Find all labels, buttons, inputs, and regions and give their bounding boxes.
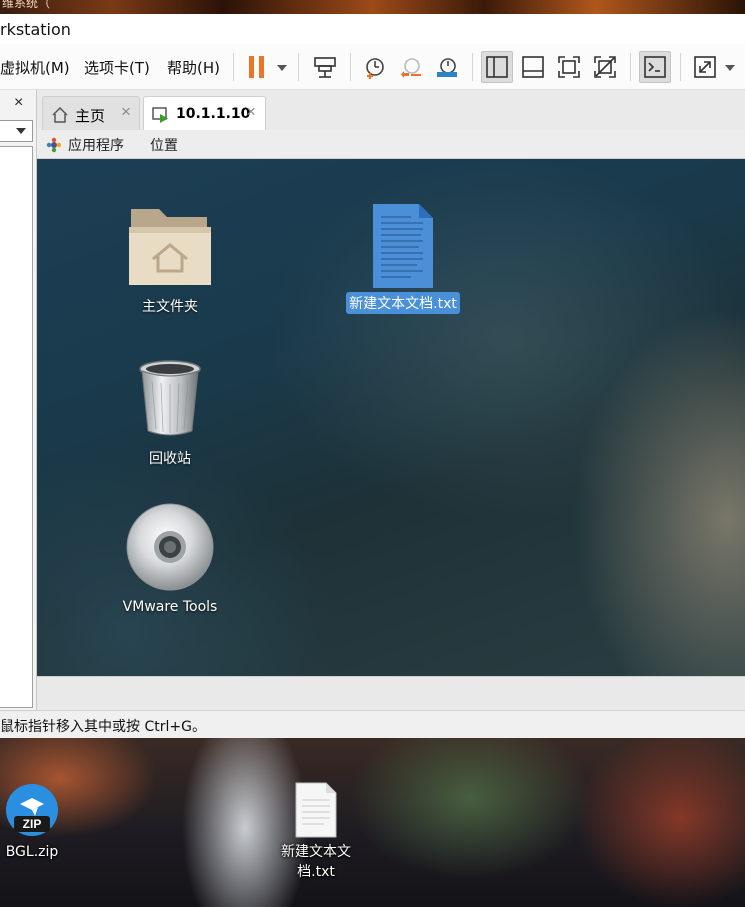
applications-icon: [46, 137, 62, 153]
text-file-icon: [373, 204, 433, 288]
revert-snapshot-icon: [401, 58, 421, 78]
host-top-text: 维系统（: [2, 0, 51, 10]
toolbar-separator: [472, 53, 473, 81]
revert-snapshot-button[interactable]: [395, 51, 427, 83]
desktop-icon-text-file[interactable]: 新建文本文档.txt: [343, 203, 463, 314]
window-titlebar[interactable]: rkstation: [0, 14, 745, 44]
tab-vm-label: 10.1.1.10: [176, 106, 251, 122]
snapshot-icon: [366, 58, 384, 79]
pause-icon: [249, 56, 264, 78]
menu-help[interactable]: 帮助(H): [167, 57, 220, 78]
desktop-icon-home-folder-label: 主文件夹: [142, 299, 198, 315]
guest-desktop[interactable]: 主文件夹 新建文本文档.txt 回收站 VMware Tools: [37, 159, 745, 676]
guest-menu-applications[interactable]: 应用程序: [68, 135, 124, 155]
snapshot-manager-button[interactable]: [431, 51, 463, 83]
toolbar-separator: [298, 53, 299, 81]
toolbar-separator: [680, 53, 681, 81]
guest-top-panel: 应用程序 位置: [37, 130, 745, 159]
desktop-icon-vmware-tools-label: VMware Tools: [122, 599, 218, 615]
console-view-button[interactable]: [639, 51, 671, 83]
host-icon-bgl-zip[interactable]: ZIP BGL.zip: [0, 782, 64, 862]
toolbar-separator: [233, 53, 234, 81]
toolbar-separator: [350, 53, 351, 81]
thumbnail-bar-icon: [522, 56, 544, 78]
menu-toolbar: 虚拟机(M) 选项卡(T) 帮助(H): [0, 44, 745, 90]
stretch-dropdown-caret[interactable]: [725, 65, 735, 71]
show-library-icon: [486, 56, 508, 78]
desktop-icon-text-file-label: 新建文本文档.txt: [346, 292, 460, 314]
stretch-button[interactable]: [689, 51, 721, 83]
toolbar-separator: [630, 53, 631, 81]
library-panel: ×: [0, 90, 37, 710]
tab-strip: 主页 × 10.1.1.10 ×: [37, 90, 745, 130]
host-icon-text-file[interactable]: 新建文本文 档.txt: [266, 782, 366, 882]
host-icon-bgl-zip-label: BGL.zip: [5, 844, 59, 860]
thumbnail-bar-button[interactable]: [517, 51, 549, 83]
window-title: rkstation: [0, 20, 71, 39]
send-ctrl-alt-del-button[interactable]: [309, 51, 341, 83]
console-view-icon: [644, 56, 666, 78]
guest-bottom-panel: [37, 676, 745, 710]
desktop-icon-home-folder[interactable]: 主文件夹: [110, 203, 230, 317]
desktop-icon-vmware-tools[interactable]: VMware Tools: [110, 502, 230, 616]
unity-icon: [594, 56, 616, 78]
library-close-button[interactable]: ×: [14, 94, 23, 112]
unity-button[interactable]: [589, 51, 621, 83]
pause-dropdown-caret[interactable]: [277, 65, 287, 71]
tab-vm[interactable]: 10.1.1.10 ×: [143, 96, 266, 130]
pause-button[interactable]: [241, 51, 273, 83]
desktop-icon-trash-label: 回收站: [149, 451, 191, 467]
cd-icon: [126, 503, 214, 591]
tab-vm-close-icon[interactable]: ×: [246, 102, 256, 122]
menu-vm[interactable]: 虚拟机(M): [0, 57, 70, 78]
host-desktop[interactable]: ZIP BGL.zip 新建文本文 档.txt: [0, 738, 745, 907]
fullscreen-icon: [558, 56, 580, 78]
folder-home-icon: [129, 209, 211, 285]
desktop-icon-trash[interactable]: 回收站: [110, 359, 230, 469]
zip-file-icon: ZIP: [6, 784, 58, 836]
vm-running-icon: [152, 107, 168, 123]
show-library-button[interactable]: [481, 51, 513, 83]
chevron-down-icon: [16, 128, 26, 134]
menu-tabs[interactable]: 选项卡(T): [84, 57, 150, 78]
library-search-dropdown[interactable]: [0, 120, 33, 142]
host-icon-text-file-label-line2: 档.txt: [297, 864, 335, 880]
trash-icon: [139, 360, 201, 436]
status-text: 鼠标指针移入其中或按 Ctrl+G。: [0, 719, 206, 735]
send-ctrl-alt-del-icon: [314, 57, 336, 78]
host-icon-text-file-label-line1: 新建文本文: [281, 844, 351, 860]
guest-menu-places[interactable]: 位置: [150, 135, 178, 155]
tab-home-close-icon[interactable]: ×: [121, 102, 131, 122]
fullscreen-button[interactable]: [553, 51, 585, 83]
status-bar: 鼠标指针移入其中或按 Ctrl+G。: [0, 710, 745, 738]
tab-home-label: 主页: [75, 107, 106, 125]
take-snapshot-button[interactable]: [359, 51, 391, 83]
library-tree[interactable]: [0, 146, 33, 708]
text-file-icon: [295, 782, 337, 838]
home-icon: [52, 106, 68, 123]
host-desktop-top: 维系统（: [0, 0, 745, 14]
stretch-icon: [694, 56, 716, 78]
zip-badge: ZIP: [23, 817, 42, 831]
tab-home[interactable]: 主页 ×: [42, 96, 140, 130]
snapshot-manager-icon: [437, 58, 457, 77]
